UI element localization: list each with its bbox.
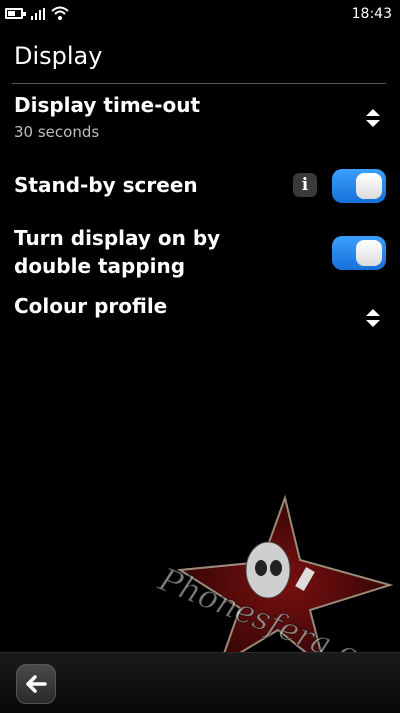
- selector-arrows-icon[interactable]: [365, 308, 381, 328]
- page-title: Display: [14, 42, 103, 70]
- setting-value: 30 seconds: [14, 123, 100, 141]
- setting-label: Colour profile: [14, 294, 168, 318]
- setting-label: Display time-out: [14, 93, 201, 117]
- clock: 18:43: [351, 6, 392, 22]
- status-bar: 18:43: [0, 0, 400, 30]
- signal-strength-icon: [31, 8, 47, 20]
- double-tap-toggle[interactable]: [332, 236, 386, 270]
- setting-label: Turn display on by double tapping: [14, 226, 221, 278]
- info-icon[interactable]: i: [293, 173, 317, 197]
- standby-screen-toggle[interactable]: [332, 169, 386, 203]
- setting-label: Stand-by screen: [14, 173, 198, 197]
- selector-arrows-icon[interactable]: [365, 108, 381, 128]
- bottom-toolbar: [0, 652, 400, 713]
- title-divider: [12, 83, 386, 84]
- wifi-icon: [51, 6, 69, 20]
- back-arrow-icon: [26, 675, 47, 693]
- back-button[interactable]: [16, 664, 56, 704]
- battery-icon: [5, 8, 26, 19]
